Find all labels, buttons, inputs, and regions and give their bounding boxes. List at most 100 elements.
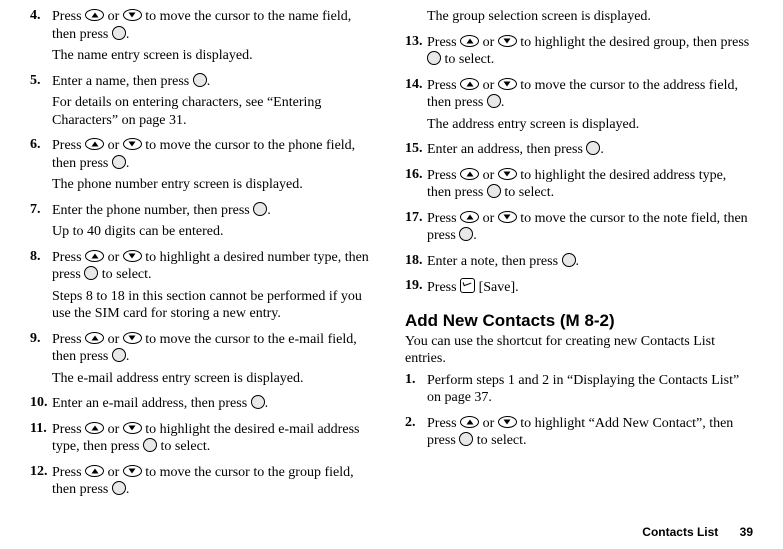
down-arrow-icon	[123, 465, 142, 477]
ok-button-icon	[193, 73, 207, 87]
down-arrow-icon	[498, 35, 517, 47]
step-number: 13.	[405, 34, 427, 73]
step-text: Press or to move the cursor to the addre…	[427, 77, 750, 112]
step-text: Press or to move the cursor to the note …	[427, 210, 750, 245]
ok-button-icon	[112, 348, 126, 362]
page: 4.Press or to move the cursor to the nam…	[0, 0, 783, 507]
step-body: Press or to highlight “Add New Contact”,…	[427, 415, 750, 454]
step: 5.Enter a name, then press . For details …	[30, 73, 375, 134]
up-arrow-icon	[85, 138, 104, 150]
step-text: Press or to move the cursor to the name …	[52, 8, 375, 43]
ok-button-icon	[586, 141, 600, 155]
up-arrow-icon	[460, 211, 479, 223]
step-number: 4.	[30, 8, 52, 69]
step-body: Press or to highlight a desired number t…	[52, 249, 375, 327]
step-text: Enter an address, then press .	[427, 141, 750, 159]
page-footer: Contacts List 39	[642, 525, 753, 539]
step-text: Enter an e-mail address, then press .	[52, 395, 375, 413]
step-number: 6.	[30, 137, 52, 198]
step-number: 14.	[405, 77, 427, 138]
step-number: 1.	[405, 372, 427, 411]
up-arrow-icon	[85, 332, 104, 344]
down-arrow-icon	[498, 168, 517, 180]
step-text: Press or to highlight the desired e-mail…	[52, 421, 375, 456]
step-text: The e-mail address entry screen is displ…	[52, 370, 375, 388]
step-body: Press or to move the cursor to the group…	[52, 464, 375, 503]
up-arrow-icon	[85, 422, 104, 434]
down-arrow-icon	[498, 78, 517, 90]
step: 4.Press or to move the cursor to the nam…	[30, 8, 375, 69]
step-body: Press [Save].	[427, 278, 750, 301]
step-number: 9.	[30, 331, 52, 392]
ok-button-icon	[487, 94, 501, 108]
step-body: Perform steps 1 and 2 in “Displaying the…	[427, 372, 750, 411]
step-text: The address entry screen is displayed.	[427, 116, 750, 134]
step-text: Press or to highlight the desired addres…	[427, 167, 750, 202]
footer-page-number: 39	[740, 525, 753, 539]
step-text: The name entry screen is displayed.	[52, 47, 375, 65]
up-arrow-icon	[85, 465, 104, 477]
step: 19.Press [Save].	[405, 278, 750, 301]
step-body: Press or to highlight the desired e-mail…	[52, 421, 375, 460]
down-arrow-icon	[498, 211, 517, 223]
down-arrow-icon	[123, 250, 142, 262]
step: 16.Press or to highlight the desired add…	[405, 167, 750, 206]
step-text: Press or to highlight the desired group,…	[427, 34, 750, 69]
ok-button-icon	[253, 202, 267, 216]
section-heading: Add New Contacts (M 8-2)	[405, 311, 750, 331]
step-body: Press or to move the cursor to the e-mai…	[52, 331, 375, 392]
step-body: Press or to move the cursor to the addre…	[427, 77, 750, 138]
step-body: Press or to move the cursor to the note …	[427, 210, 750, 249]
up-arrow-icon	[460, 35, 479, 47]
step-text: Steps 8 to 18 in this section cannot be …	[52, 288, 375, 323]
step-number: 17.	[405, 210, 427, 249]
step-text: Press [Save].	[427, 278, 750, 297]
step: 12.Press or to move the cursor to the gr…	[30, 464, 375, 503]
down-arrow-icon	[123, 332, 142, 344]
step-text: Enter a note, then press .	[427, 253, 750, 271]
down-arrow-icon	[498, 416, 517, 428]
ok-button-icon	[143, 438, 157, 452]
continuation: The group selection screen is displayed.	[405, 8, 750, 30]
step-body: Enter the phone number, then press . Up t…	[52, 202, 375, 245]
ok-button-icon	[459, 227, 473, 241]
section-intro: You can use the shortcut for creating ne…	[405, 333, 750, 368]
step: 8.Press or to highlight a desired number…	[30, 249, 375, 327]
step: 13.Press or to highlight the desired gro…	[405, 34, 750, 73]
step-number: 16.	[405, 167, 427, 206]
step: 7.Enter the phone number, then press .Up…	[30, 202, 375, 245]
down-arrow-icon	[123, 138, 142, 150]
ok-button-icon	[427, 51, 441, 65]
left-column: 4.Press or to move the cursor to the nam…	[30, 8, 375, 507]
step: 2.Press or to highlight “Add New Contact…	[405, 415, 750, 454]
ok-button-icon	[487, 184, 501, 198]
step: 1.Perform steps 1 and 2 in “Displaying t…	[405, 372, 750, 411]
step-text: Up to 40 digits can be entered.	[52, 223, 375, 241]
step: 11.Press or to highlight the desired e-m…	[30, 421, 375, 460]
ok-button-icon	[112, 155, 126, 169]
step-text: Perform steps 1 and 2 in “Displaying the…	[427, 372, 750, 407]
step: 10.Enter an e-mail address, then press .	[30, 395, 375, 417]
step-text: Press or to move the cursor to the phone…	[52, 137, 375, 172]
ok-button-icon	[112, 481, 126, 495]
down-arrow-icon	[123, 422, 142, 434]
ok-button-icon	[112, 26, 126, 40]
step-text: For details on entering characters, see …	[52, 94, 375, 129]
step: 6.Press or to move the cursor to the pho…	[30, 137, 375, 198]
step: 9.Press or to move the cursor to the e-m…	[30, 331, 375, 392]
step: 17.Press or to move the cursor to the no…	[405, 210, 750, 249]
step-number: 5.	[30, 73, 52, 134]
step-body: Enter a name, then press . For details on…	[52, 73, 375, 134]
step-number: 18.	[405, 253, 427, 275]
step: 15.Enter an address, then press .	[405, 141, 750, 163]
ok-button-icon	[562, 253, 576, 267]
up-arrow-icon	[460, 416, 479, 428]
step-text: Press or to highlight a desired number t…	[52, 249, 375, 284]
step-body: Press or to move the cursor to the name …	[52, 8, 375, 69]
step-number: 11.	[30, 421, 52, 460]
step-text: Enter a name, then press .	[52, 73, 375, 91]
ok-button-icon	[459, 432, 473, 446]
step-body: Enter a note, then press .	[427, 253, 750, 275]
step-text: Enter the phone number, then press .	[52, 202, 375, 220]
step-text: Press or to move the cursor to the e-mai…	[52, 331, 375, 366]
